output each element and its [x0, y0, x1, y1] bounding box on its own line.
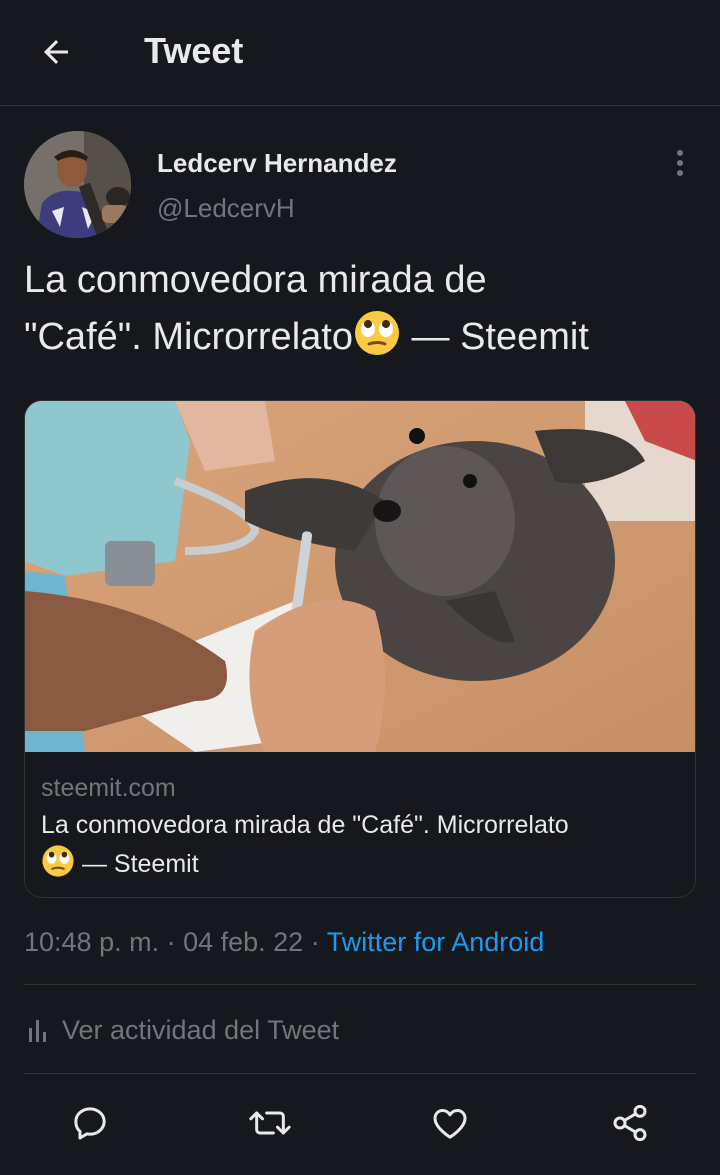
tweet-time[interactable]: 10:48 p. m. [24, 927, 159, 957]
card-title-part: — Steemit [75, 850, 199, 878]
avatar-photo [24, 131, 131, 238]
card-info: steemit.com La conmovedora mirada de "Ca… [25, 752, 695, 889]
card-title-line-2: — Steemit [41, 844, 681, 889]
retweet-icon [249, 1111, 291, 1135]
dog-photo [25, 401, 695, 752]
like-button[interactable] [422, 1095, 478, 1151]
face-with-rolling-eyes-icon [41, 844, 75, 889]
view-activity-button[interactable]: Ver actividad del Tweet [28, 1010, 339, 1050]
tweet-text-line-1: La conmovedora mirada de [24, 259, 487, 301]
divider [24, 984, 696, 985]
tweet-meta: 10:48 p. m. · 04 feb. 22 · Twitter for A… [24, 922, 544, 962]
author-handle[interactable]: @LedcervH [157, 192, 295, 224]
avatar[interactable] [24, 131, 131, 238]
more-options-button[interactable] [660, 143, 700, 183]
tweet-text-part: "Café". Microrrelato [24, 316, 353, 358]
view-activity-label: Ver actividad del Tweet [62, 1014, 340, 1045]
divider [24, 1073, 696, 1074]
reply-button[interactable] [62, 1095, 118, 1151]
card-title: La conmovedora mirada de "Café". Microrr… [41, 806, 681, 889]
retweet-button[interactable] [242, 1095, 298, 1151]
face-with-rolling-eyes-icon [353, 309, 401, 374]
page-title: Tweet [144, 30, 244, 71]
top-bar: Tweet [0, 0, 720, 106]
card-image[interactable] [25, 401, 695, 752]
share-button[interactable] [602, 1095, 658, 1151]
arrow-left-icon [44, 40, 68, 64]
tweet-date[interactable]: 04 feb. 22 [183, 927, 303, 957]
tweet-text-line-2: "Café". Microrrelato — Steemit [24, 309, 704, 374]
card-domain: steemit.com [41, 774, 176, 802]
share-icon [613, 1104, 647, 1142]
analytics-icon [29, 1020, 46, 1042]
tweet-text: La conmovedora mirada de "Café". Microrr… [24, 252, 704, 374]
tweet-text-part: — Steemit [400, 316, 589, 358]
heart-icon [433, 1109, 467, 1139]
author-name[interactable]: Ledcerv Hernandez [157, 147, 397, 179]
tweet-source-link[interactable]: Twitter for Android [327, 927, 545, 957]
more-vertical-icon [677, 150, 683, 176]
reply-icon [74, 1107, 106, 1140]
meta-separator: · [159, 927, 184, 957]
card-title-line-1: La conmovedora mirada de "Café". Microrr… [41, 811, 569, 839]
action-bar [0, 1095, 720, 1151]
back-button[interactable] [32, 28, 80, 76]
link-card[interactable]: steemit.com La conmovedora mirada de "Ca… [24, 400, 696, 898]
meta-separator: · [303, 927, 327, 957]
